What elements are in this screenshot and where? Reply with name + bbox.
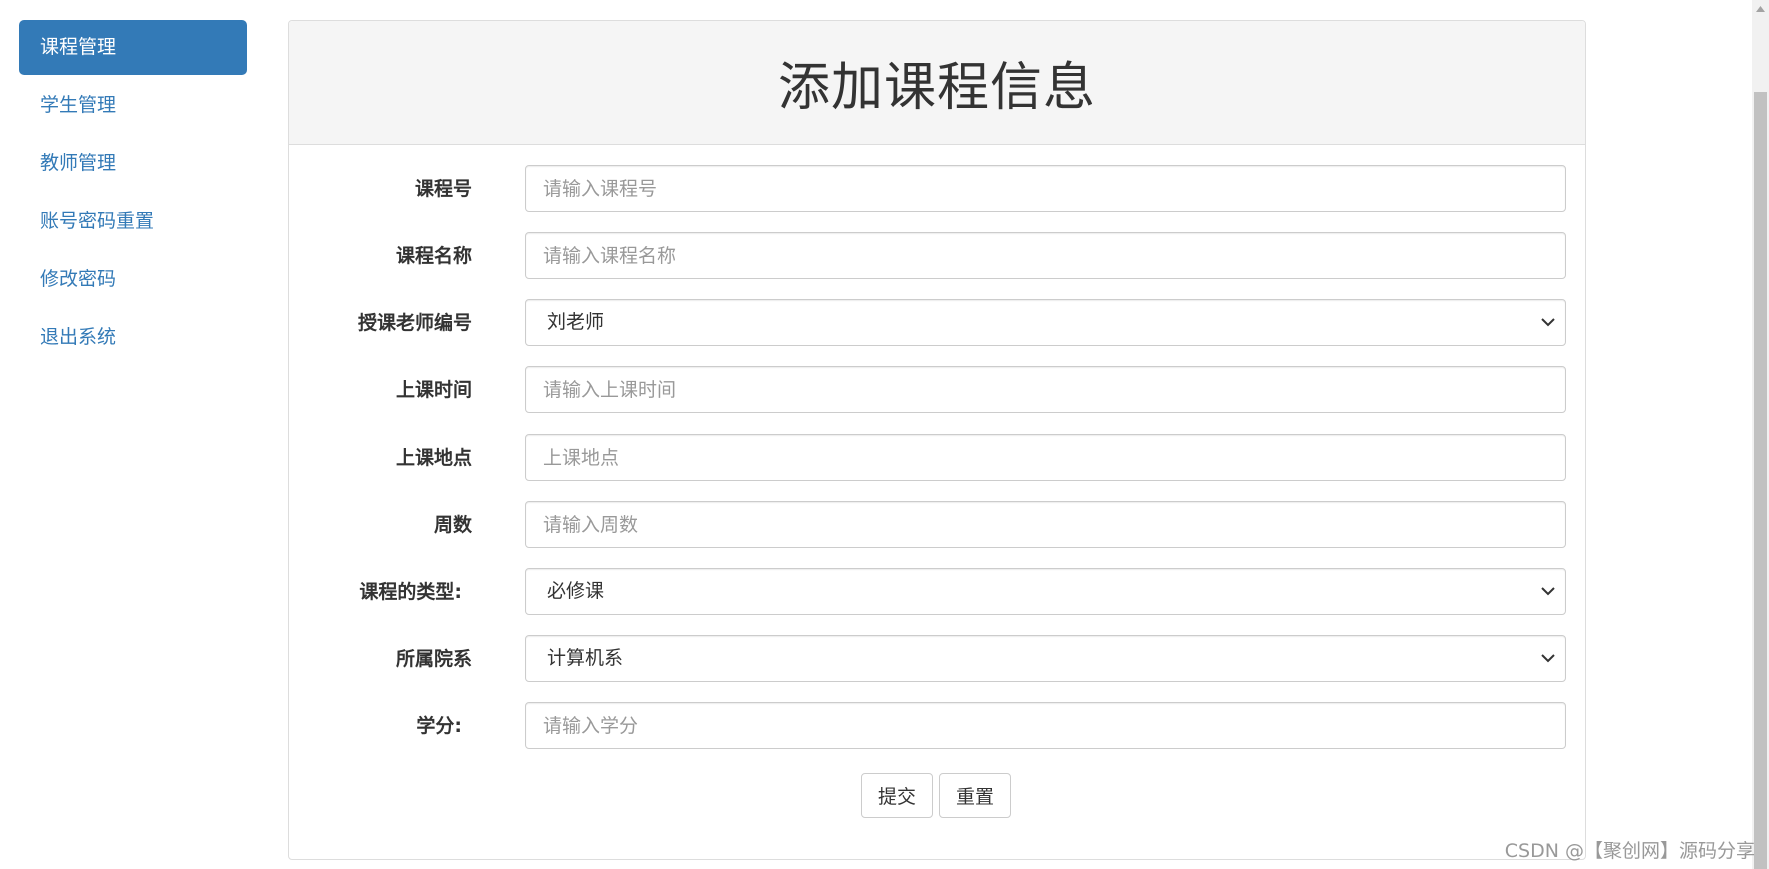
department-label: 所属院系 [395,648,472,670]
page: 课程管理 学生管理 教师管理 账号密码重置 修改密码 退出系统 添加课程信息 课… [0,0,1769,869]
form-row-class-place: 上课地点 [289,434,1587,482]
sidebar-item-teacher-management[interactable]: 教师管理 [19,136,247,191]
chevron-down-icon [1541,300,1555,345]
teacher-select[interactable]: 刘老师 [525,299,1566,346]
sidebar-item-student-management[interactable]: 学生管理 [19,78,247,133]
form-row-course-type: 课程的类型: 必修课 [289,568,1587,616]
form-row-teacher-no: 授课老师编号 刘老师 [289,299,1587,347]
watermark: CSDN @【聚创网】源码分享 [1504,840,1755,862]
department-select-value: 计算机系 [547,647,624,669]
course-type-label: 课程的类型: [359,581,462,603]
page-title: 添加课程信息 [777,58,1096,118]
form-actions: 提交 重置 [861,773,1012,818]
course-no-input[interactable] [525,165,1566,212]
sidebar-item-label: 课程管理 [40,36,117,58]
add-course-panel: 添加课程信息 课程号 课程名称 授课老师编号 刘老师 [288,20,1586,860]
weeks-label: 周数 [433,514,472,536]
sidebar-item-logout[interactable]: 退出系统 [19,310,247,365]
form-row-course-name: 课程名称 [289,232,1587,280]
course-type-select-value: 必修课 [547,580,605,602]
form-row-class-time: 上课时间 [289,366,1587,414]
vertical-scrollbar[interactable] [1752,0,1769,869]
credit-input[interactable] [525,702,1566,749]
scrollbar-thumb[interactable] [1754,92,1767,869]
teacher-select-value: 刘老师 [547,311,605,333]
panel-heading: 添加课程信息 [289,21,1585,145]
course-type-select[interactable]: 必修课 [525,568,1566,615]
form-row-course-no: 课程号 [289,165,1587,213]
reset-button[interactable]: 重置 [939,773,1012,818]
course-name-label: 课程名称 [395,245,472,267]
class-time-input[interactable] [525,366,1566,413]
arrow-up-icon[interactable] [1752,0,1769,17]
form-row-weeks: 周数 [289,501,1587,549]
class-place-input[interactable] [525,434,1566,481]
department-select[interactable]: 计算机系 [525,635,1566,682]
credit-label: 学分: [416,715,462,737]
sidebar-item-course-management[interactable]: 课程管理 [19,20,247,75]
sidebar-item-label: 修改密码 [40,268,117,290]
sidebar: 课程管理 学生管理 教师管理 账号密码重置 修改密码 退出系统 [19,20,247,368]
submit-button[interactable]: 提交 [861,773,934,818]
sidebar-item-label: 退出系统 [40,326,117,348]
form-row-department: 所属院系 计算机系 [289,635,1587,683]
sidebar-item-account-password-reset[interactable]: 账号密码重置 [19,194,247,249]
course-name-input[interactable] [525,232,1566,279]
sidebar-item-label: 教师管理 [40,152,117,174]
form-row-credit: 学分: [289,702,1587,750]
weeks-input[interactable] [525,501,1566,548]
sidebar-item-label: 学生管理 [40,94,117,116]
sidebar-item-label: 账号密码重置 [40,210,155,232]
chevron-down-icon [1541,569,1555,614]
class-time-label: 上课时间 [395,379,472,401]
sidebar-item-change-password[interactable]: 修改密码 [19,252,247,307]
teacher-no-label: 授课老师编号 [357,312,472,334]
class-place-label: 上课地点 [395,447,472,469]
chevron-down-icon [1541,636,1555,681]
course-no-label: 课程号 [414,178,472,200]
